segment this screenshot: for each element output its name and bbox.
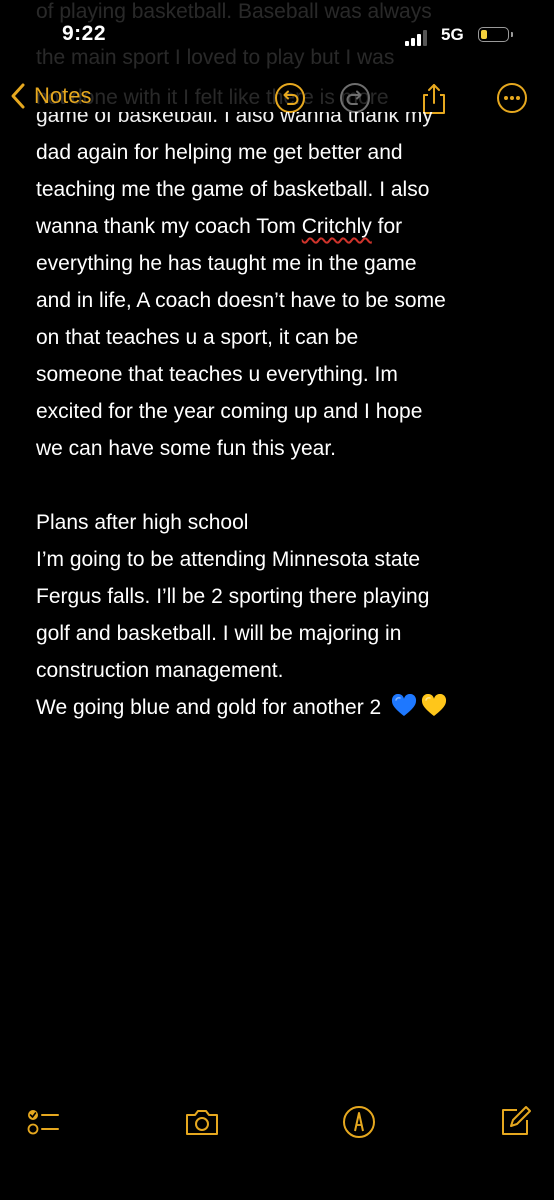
note-line: and in life, A coach doesn’t have to be … bbox=[36, 289, 446, 312]
status-time: 9:22 bbox=[62, 22, 107, 45]
more-icon[interactable] bbox=[496, 82, 528, 114]
markup-icon[interactable] bbox=[341, 1104, 377, 1140]
note-line: excited for the year coming up and I hop… bbox=[36, 400, 423, 423]
redo-icon[interactable] bbox=[339, 82, 371, 114]
bottom-toolbar bbox=[0, 1100, 554, 1144]
yellow-heart-icon bbox=[421, 693, 447, 730]
note-line: We going blue and gold for another 2 bbox=[36, 689, 536, 726]
back-label: Notes bbox=[34, 83, 92, 108]
note-heading: Plans after high school bbox=[36, 511, 249, 534]
battery-tip bbox=[511, 32, 513, 37]
note-line: Fergus falls. I’ll be 2 sporting there p… bbox=[36, 585, 430, 608]
note-text: We going blue and gold for another 2 bbox=[36, 696, 382, 719]
network-label: 5G bbox=[441, 25, 464, 44]
share-icon[interactable] bbox=[418, 82, 450, 114]
camera-icon[interactable] bbox=[184, 1104, 220, 1140]
signal-icon bbox=[405, 30, 431, 46]
note-line: dad again for helping me get better and bbox=[36, 141, 403, 164]
battery-fill bbox=[481, 30, 487, 39]
undo-icon[interactable] bbox=[274, 82, 306, 114]
scrolled-text-line: the main sport I loved to play but I was bbox=[36, 46, 395, 69]
chevron-left-icon bbox=[10, 82, 26, 110]
note-line: we can have some fun this year. bbox=[36, 437, 336, 460]
misspelled-word: Critchly bbox=[301, 215, 372, 238]
note-text: wanna thank my coach Tom bbox=[36, 215, 302, 238]
note-blank-line bbox=[36, 467, 536, 504]
note-body[interactable]: game of basketball. I also wanna thank m… bbox=[36, 112, 536, 732]
checklist-icon[interactable] bbox=[24, 1104, 60, 1140]
note-line: game of basketball. I also wanna thank m… bbox=[36, 112, 433, 127]
note-line: teaching me the game of basketball. I al… bbox=[36, 178, 430, 201]
scrolled-text-line: of playing basketball. Baseball was alwa… bbox=[36, 0, 432, 23]
note-line: someone that teaches u everything. Im bbox=[36, 363, 398, 386]
blue-heart-icon bbox=[391, 693, 417, 730]
note-line: golf and basketball. I will be majoring … bbox=[36, 622, 402, 645]
note-line: I’m going to be attending Minnesota stat… bbox=[36, 548, 421, 571]
note-line: wanna thank my coach Tom Critchly for bbox=[36, 208, 536, 245]
note-line: on that teaches u a sport, it can be bbox=[36, 326, 359, 349]
back-button[interactable]: Notes bbox=[10, 82, 91, 110]
note-line: everything he has taught me in the game bbox=[36, 252, 417, 275]
compose-icon[interactable] bbox=[497, 1104, 533, 1140]
battery-icon bbox=[478, 27, 513, 42]
note-text: for bbox=[371, 215, 403, 238]
note-line: construction management. bbox=[36, 659, 284, 682]
